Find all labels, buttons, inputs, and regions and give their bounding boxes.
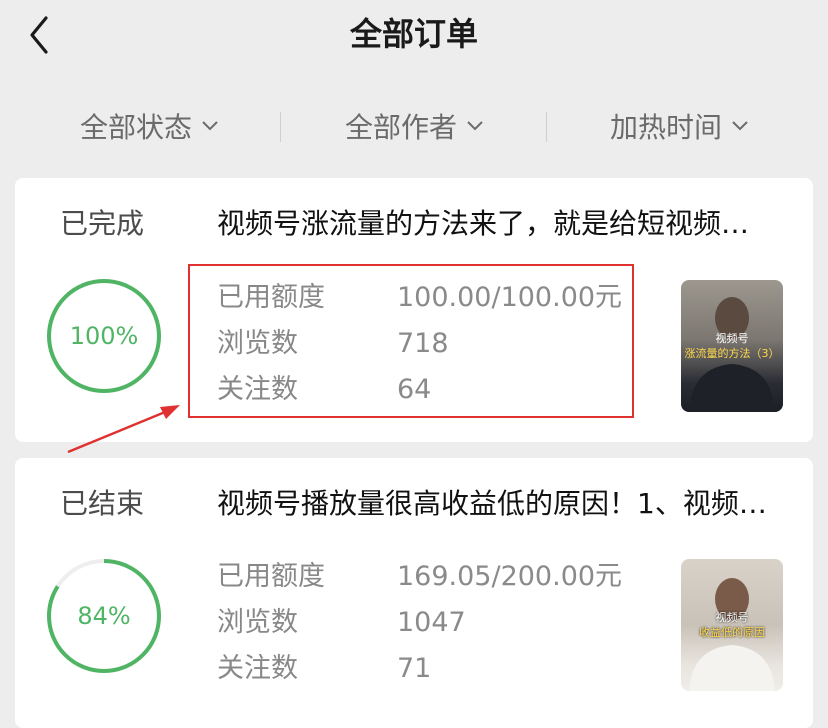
stat-value: 1047: [397, 607, 466, 638]
thumbnail-caption: 视频号: [715, 332, 749, 345]
stat-label: 浏览数: [217, 607, 298, 638]
person-silhouette-icon: [689, 578, 775, 691]
filter-time-dropdown[interactable]: 加热时间: [580, 100, 780, 152]
order-status: 已完成: [60, 207, 145, 240]
stat-row-quota: 已用额度 169.05/200.00元: [217, 554, 637, 600]
video-thumbnail[interactable]: 视频号 涨流量的方法（3）: [681, 280, 783, 412]
chevron-down-icon: [732, 121, 748, 131]
filter-divider: [280, 112, 281, 142]
video-thumbnail[interactable]: 视频号 收益低的原因: [681, 559, 783, 691]
top-bar: 全部订单: [0, 0, 828, 70]
filter-divider: [546, 112, 547, 142]
filter-author-label: 全部作者: [344, 111, 457, 144]
progress-ring: 100%: [44, 276, 164, 396]
order-card[interactable]: 已结束 视频号播放量很高收益低的原因！1、视频… 84% 已用额度 169.05…: [15, 458, 813, 728]
page-title: 全部订单: [349, 15, 478, 53]
progress-percent: 100%: [69, 322, 139, 350]
stat-value: 169.05/200.00元: [397, 561, 623, 592]
filter-status-label: 全部状态: [79, 111, 192, 144]
stat-label: 关注数: [217, 653, 298, 684]
order-title: 视频号播放量很高收益低的原因！1、视频…: [217, 487, 767, 520]
progress-percent: 84%: [77, 602, 131, 630]
filter-bar: 全部状态 全部作者 加热时间: [0, 100, 828, 152]
chevron-down-icon: [467, 121, 483, 131]
thumbnail-caption: 收益低的原因: [699, 626, 765, 639]
stat-label: 已用额度: [217, 561, 325, 592]
order-stats: 已用额度 169.05/200.00元 浏览数 1047 关注数 71: [217, 554, 637, 692]
person-silhouette-icon: [689, 297, 775, 412]
stat-row-follows: 关注数 71: [217, 646, 637, 692]
chevron-down-icon: [202, 121, 218, 131]
filter-author-dropdown[interactable]: 全部作者: [315, 100, 515, 152]
order-status: 已结束: [60, 487, 145, 520]
stat-value: 71: [397, 653, 432, 684]
filter-status-dropdown[interactable]: 全部状态: [50, 100, 250, 152]
thumbnail-caption: 涨流量的方法（3）: [684, 347, 780, 360]
thumbnail-caption: 视频号: [715, 611, 749, 624]
filter-time-label: 加热时间: [609, 111, 722, 144]
order-title: 视频号涨流量的方法来了，就是给短视频…: [217, 207, 750, 240]
progress-ring: 84%: [44, 556, 164, 676]
annotation-highlight-box: [188, 264, 634, 418]
stat-row-views: 浏览数 1047: [217, 600, 637, 646]
